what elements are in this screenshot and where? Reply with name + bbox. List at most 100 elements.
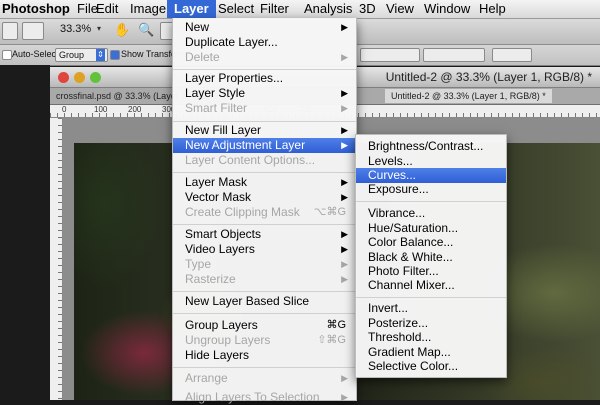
submenu-item-gradient-map[interactable]: Gradient Map... xyxy=(356,345,506,360)
submenu-arrow-icon: ▶ xyxy=(341,52,348,62)
chevron-down-icon[interactable]: ▾ xyxy=(97,24,101,33)
menu-item-label: Selective Color... xyxy=(368,359,459,373)
submenu-item-black-white[interactable]: Black & White... xyxy=(356,250,506,265)
distribute-buttons-icon[interactable] xyxy=(423,48,485,62)
menu-item-layer-mask[interactable]: Layer Mask ▶ xyxy=(173,175,356,190)
menu-item-new-adjustment-layer[interactable]: New Adjustment Layer ▶ xyxy=(173,138,356,153)
auto-select-label: Auto-Select: xyxy=(12,49,62,59)
menu-item-label: Delete xyxy=(185,50,220,64)
submenu-item-selective-color[interactable]: Selective Color... xyxy=(356,359,506,374)
menu-item-label: Channel Mixer... xyxy=(368,278,455,292)
menu-help[interactable]: Help xyxy=(477,0,508,18)
menu-window[interactable]: Window xyxy=(422,0,472,18)
show-transform-checkbox[interactable] xyxy=(110,50,120,60)
menu-separator xyxy=(173,121,356,122)
submenu-item-color-balance[interactable]: Color Balance... xyxy=(356,235,506,250)
menu-item-label: Brightness/Contrast... xyxy=(368,139,484,153)
menu-item-label: New xyxy=(185,20,210,34)
submenu-item-invert[interactable]: Invert... xyxy=(356,301,506,316)
submenu-arrow-icon: ▶ xyxy=(341,259,348,269)
menu-item-create-clipping-mask: Create Clipping Mask ⌥⌘G xyxy=(173,205,356,220)
ruler-number: 100 xyxy=(94,105,108,114)
menu-item-label: Levels... xyxy=(368,154,413,168)
auto-select-dropdown[interactable]: Group ⇕ xyxy=(55,48,108,62)
menu-select[interactable]: Select xyxy=(216,0,256,18)
align-buttons-icon[interactable] xyxy=(360,48,420,62)
bridge-icon[interactable] xyxy=(2,22,18,40)
auto-align-icon[interactable] xyxy=(492,48,532,62)
menu-item-label: Group Layers xyxy=(185,318,258,332)
menu-item-label: Rasterize xyxy=(185,272,236,286)
menu-separator xyxy=(356,297,506,298)
menu-item-delete: Delete ▶ xyxy=(173,50,356,65)
menu-item-hide-layers[interactable]: Hide Layers xyxy=(173,348,356,363)
menu-item-label: Type xyxy=(185,257,212,271)
menu-item-label: Smart Objects xyxy=(185,227,262,241)
ruler-number: 0 xyxy=(62,105,67,114)
menu-item-layer-content-options: Layer Content Options... xyxy=(173,153,356,168)
menu-filter[interactable]: Filter xyxy=(258,0,291,18)
ruler-number: 200 xyxy=(128,105,142,114)
submenu-item-levels[interactable]: Levels... xyxy=(356,154,506,169)
submenu-item-photo-filter[interactable]: Photo Filter... xyxy=(356,264,506,279)
menu-item-smart-filter: Smart Filter ▶ xyxy=(173,101,356,116)
minimize-window-icon[interactable] xyxy=(74,72,85,83)
menu-item-new[interactable]: New ▶ xyxy=(173,20,356,35)
submenu-arrow-icon: ▶ xyxy=(341,177,348,187)
menu-item-label: Vector Mask xyxy=(185,190,252,204)
vertical-ruler[interactable] xyxy=(50,118,63,400)
auto-select-checkbox[interactable] xyxy=(2,50,12,60)
close-window-icon[interactable] xyxy=(58,72,69,83)
menu-item-label: Ungroup Layers xyxy=(185,333,271,347)
menu-item-smart-objects[interactable]: Smart Objects ▶ xyxy=(173,227,356,242)
submenu-arrow-icon: ▶ xyxy=(341,88,348,98)
menu-item-label: Curves... xyxy=(368,168,417,182)
menu-item-duplicate-layer[interactable]: Duplicate Layer... xyxy=(173,35,356,50)
menu-layer[interactable]: Layer xyxy=(167,0,216,18)
menu-item-layer-properties[interactable]: Layer Properties... xyxy=(173,71,356,86)
auto-select-value: Group xyxy=(59,50,85,60)
zoom-tool-icon[interactable]: 🔍 xyxy=(138,22,154,38)
menu-app-photoshop[interactable]: Photoshop xyxy=(0,0,72,18)
menu-item-vector-mask[interactable]: Vector Mask ▶ xyxy=(173,190,356,205)
menu-item-rasterize: Rasterize ▶ xyxy=(173,272,356,287)
view-extras-icon[interactable] xyxy=(22,22,44,40)
menu-separator xyxy=(173,291,356,292)
menu-edit[interactable]: Edit xyxy=(94,0,120,18)
zoom-level[interactable]: 33.3% xyxy=(60,23,91,35)
menu-separator xyxy=(173,172,356,173)
menu-bar: Photoshop File Edit Image Layer Select F… xyxy=(0,0,600,19)
menu-item-type: Type ▶ xyxy=(173,257,356,272)
zoom-window-icon[interactable] xyxy=(90,72,101,83)
menu-item-ungroup-layers: Ungroup Layers ⇧⌘G xyxy=(173,333,356,348)
menu-item-label: Photo Filter... xyxy=(368,264,439,278)
menu-separator xyxy=(173,313,356,314)
menu-item-label: Layer Mask xyxy=(185,175,248,189)
menu-analysis[interactable]: Analysis xyxy=(302,0,354,18)
menu-item-label: Threshold... xyxy=(368,330,432,344)
menu-image[interactable]: Image xyxy=(128,0,168,18)
menu-item-group-layers[interactable]: Group Layers ⌘G xyxy=(173,318,356,333)
menu-shortcut: ⌘G xyxy=(326,319,346,331)
submenu-item-posterize[interactable]: Posterize... xyxy=(356,316,506,331)
tab-untitled-2[interactable]: Untitled-2 @ 33.3% (Layer 1, RGB/8) * xyxy=(385,89,552,103)
submenu-item-curves[interactable]: Curves... xyxy=(356,168,506,183)
submenu-item-brightness-contrast[interactable]: Brightness/Contrast... xyxy=(356,139,506,154)
menu-3d[interactable]: 3D xyxy=(357,0,378,18)
hand-tool-icon[interactable]: ✋ xyxy=(114,22,130,38)
menu-item-label: Vibrance... xyxy=(368,206,426,220)
submenu-item-exposure[interactable]: Exposure... xyxy=(356,182,506,197)
menu-item-new-fill-layer[interactable]: New Fill Layer ▶ xyxy=(173,123,356,138)
submenu-arrow-icon: ▶ xyxy=(341,192,348,202)
submenu-item-threshold[interactable]: Threshold... xyxy=(356,330,506,345)
menu-item-label: Gradient Map... xyxy=(368,345,451,359)
menu-view[interactable]: View xyxy=(384,0,416,18)
submenu-item-vibrance[interactable]: Vibrance... xyxy=(356,206,506,221)
submenu-item-hue-saturation[interactable]: Hue/Saturation... xyxy=(356,221,506,236)
menu-item-new-layer-based-slice[interactable]: New Layer Based Slice xyxy=(173,294,356,309)
menu-item-arrange: Arrange ▶ xyxy=(173,371,356,386)
menu-item-label: New Adjustment Layer xyxy=(185,138,306,152)
menu-item-video-layers[interactable]: Video Layers ▶ xyxy=(173,242,356,257)
submenu-item-channel-mixer[interactable]: Channel Mixer... xyxy=(356,278,506,293)
menu-item-layer-style[interactable]: Layer Style ▶ xyxy=(173,86,356,101)
